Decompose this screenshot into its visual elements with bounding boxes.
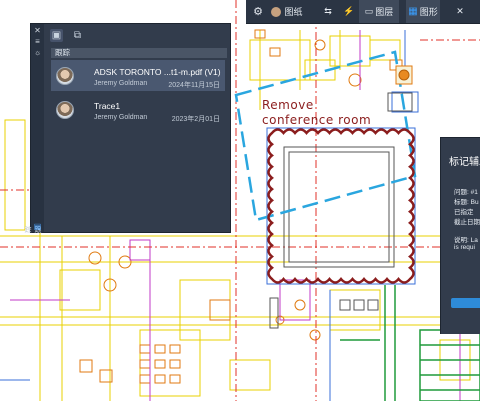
- item-title: ADSK TORONTO ...t1-m.pdf (V1): [94, 67, 221, 77]
- item-date: 2024年11月15日: [168, 82, 220, 89]
- user-label: 图纸: [284, 7, 303, 17]
- detail-line: 标题: Bu: [454, 199, 479, 206]
- action-button[interactable]: [451, 298, 480, 308]
- avatar: [56, 67, 74, 85]
- trace-panel: ✕ ≡ ☼ 跟踪 ▤ ▣ ⧉ 跟踪 ADSK TORONTO ...t1-m.p…: [24, 23, 231, 233]
- list-item[interactable]: ADSK TORONTO ...t1-m.pdf (V1) Jeremy Gol…: [51, 60, 225, 91]
- top-toolbar: ⚙ 图纸 ⇆ ⚡ ▭ 图层 ▦ 图形 ✕: [246, 0, 480, 24]
- avatar: [56, 101, 74, 119]
- item-meta: Jeremy Goldman 2023年2月01日: [94, 114, 220, 124]
- user-button[interactable]: 图纸: [270, 0, 304, 23]
- compare-sheets-icon[interactable]: ⧉: [71, 29, 84, 42]
- detail-line: 说明: La: [454, 237, 478, 244]
- panel-toolbar: ▣ ⧉: [50, 29, 84, 43]
- panel-side-strip: ✕ ≡ ☼ 跟踪 ▤: [24, 24, 44, 233]
- markup-text-line2[interactable]: conference room: [262, 113, 371, 127]
- sheet-icon: ▭: [364, 6, 374, 16]
- close-icon[interactable]: ✕: [452, 0, 468, 23]
- item-title: Trace1: [94, 101, 121, 111]
- markup-details-panel: 标记辅助 问题: #1 标题: Bu 已指定 截止日期 说明: La is re…: [440, 137, 480, 334]
- grid-icon: ▦: [408, 6, 418, 17]
- item-author: Jeremy Goldman: [94, 114, 148, 121]
- gear-icon[interactable]: ⚙: [250, 0, 266, 23]
- item-meta: Jeremy Goldman 2024年11月15日: [94, 80, 220, 90]
- markup-callout[interactable]: [234, 50, 417, 222]
- compare-icon[interactable]: ⇆: [320, 0, 336, 23]
- message-icon[interactable]: ▣: [50, 29, 63, 42]
- panel-title: 标记辅助: [449, 157, 480, 168]
- markup-text-line1[interactable]: Remove: [262, 98, 314, 112]
- detail-line: 问题: #1: [454, 189, 478, 196]
- item-date: 2023年2月01日: [171, 116, 220, 123]
- close-icon[interactable]: ✕: [33, 26, 42, 35]
- section-header: 跟踪: [51, 48, 227, 58]
- markup-button[interactable]: ▦ 图形: [406, 0, 440, 23]
- list-item[interactable]: Trace1 Jeremy Goldman 2023年2月01日: [51, 94, 225, 125]
- lightning-icon[interactable]: ⚡: [342, 0, 356, 23]
- trace-icon[interactable]: ▤: [33, 222, 42, 231]
- item-author: Jeremy Goldman: [94, 80, 148, 87]
- layer-label: 图层: [375, 7, 394, 17]
- detail-line: 已指定: [454, 209, 474, 216]
- detail-line: is requi: [454, 244, 475, 251]
- sheet-button[interactable]: ▭ 图层: [359, 0, 399, 23]
- settings-icon[interactable]: ☼: [33, 48, 42, 57]
- list-icon[interactable]: ≡: [33, 37, 42, 46]
- avatar: [271, 6, 282, 17]
- detail-line: 截止日期: [454, 219, 480, 226]
- markup-label: 图形: [419, 7, 438, 17]
